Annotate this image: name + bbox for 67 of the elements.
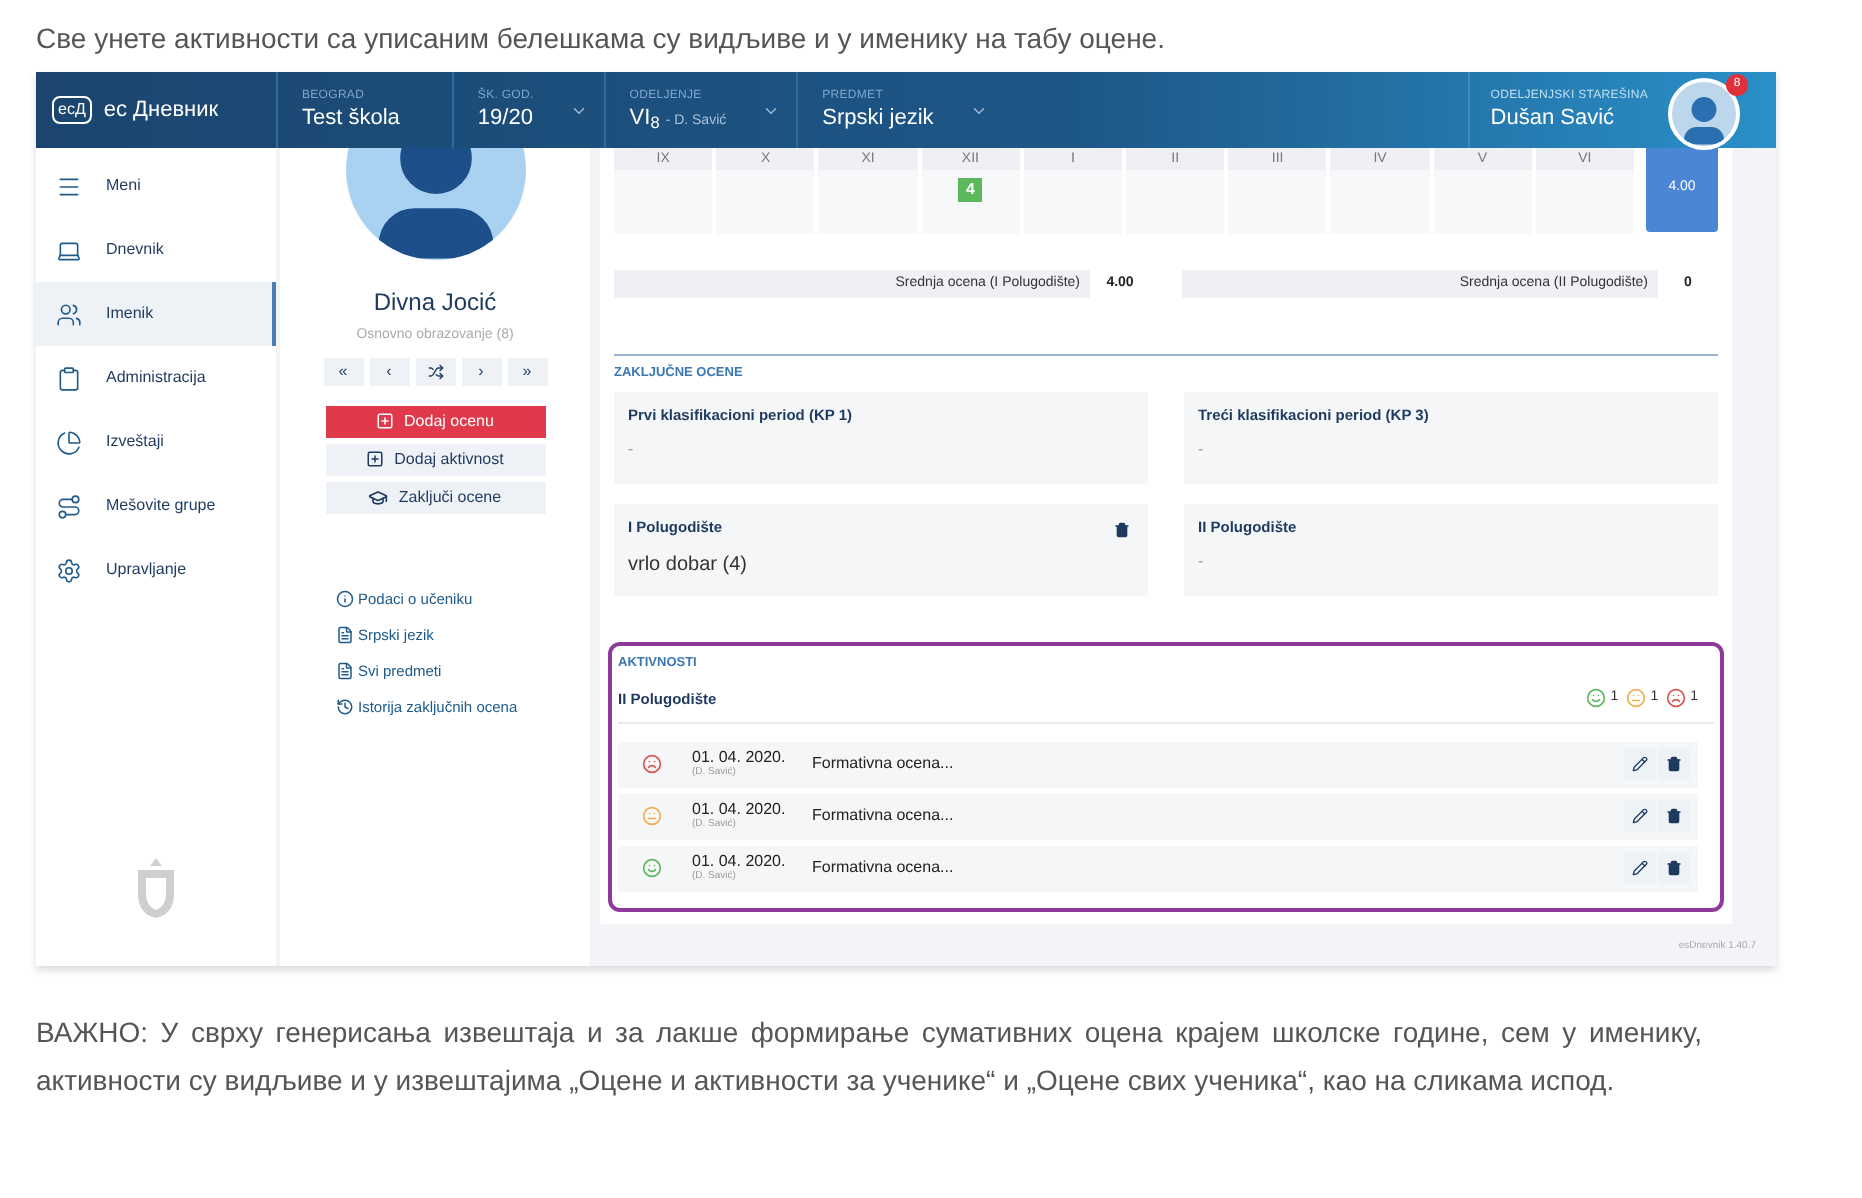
student-name: Divna Jocić <box>373 286 497 320</box>
sidebar-item[interactable]: Administracija <box>36 346 276 410</box>
clipboard-icon <box>56 365 82 391</box>
trash-icon <box>1666 860 1682 877</box>
nav-button[interactable]: « <box>323 357 363 385</box>
sad-face-icon <box>642 754 662 775</box>
plus-icon <box>366 450 385 468</box>
neutral-face-icon <box>642 806 662 827</box>
smiley-icon <box>642 858 662 879</box>
delete-button[interactable] <box>1658 852 1690 885</box>
delete-button[interactable] <box>1658 748 1690 781</box>
nav-button[interactable]: » <box>507 357 547 385</box>
card-value: - <box>1198 438 1204 462</box>
document-icon <box>336 662 354 681</box>
card-value: - <box>628 438 634 462</box>
trash-icon <box>1666 756 1682 773</box>
route-icon <box>56 493 82 519</box>
card-value: vrlo dobar (4) <box>628 552 747 580</box>
delete-button[interactable] <box>1112 519 1132 540</box>
action-button[interactable]: Dodaj aktivnost <box>325 443 545 475</box>
card-value: - <box>1198 550 1204 574</box>
nav-button[interactable]: ‹ <box>369 357 409 385</box>
settings-icon <box>56 557 82 583</box>
edit-button[interactable] <box>1624 852 1656 885</box>
graduation-cap-icon <box>368 487 389 507</box>
sad-face-icon <box>1666 688 1687 709</box>
activity-note: Formativna ocena... <box>812 856 956 881</box>
smiley-icon <box>1586 688 1607 709</box>
activity-date: 01. 04. 2020. <box>692 802 788 819</box>
activity-date: 01. 04. 2020. <box>692 750 788 767</box>
activity-note: Formativna ocena... <box>812 752 956 777</box>
pencil-icon <box>1632 756 1648 773</box>
random-student-button[interactable] <box>415 357 455 385</box>
sidebar-item[interactable]: Mešovite grupe <box>36 474 276 538</box>
edit-button[interactable] <box>1624 748 1656 781</box>
sidebar-item[interactable]: Dnevnik <box>36 218 276 282</box>
neutral-face-icon <box>1626 688 1647 709</box>
action-button[interactable]: Dodaj ocenu <box>325 405 545 437</box>
logo-mark: ecД <box>52 96 92 124</box>
sidebar-item[interactable]: Upravljanje <box>36 538 276 602</box>
pencil-icon <box>1632 860 1648 877</box>
edit-button[interactable] <box>1624 800 1656 833</box>
activity-note: Formativna ocena... <box>812 804 956 829</box>
intro-text: Све унете активности са уписаним белешкама су видљиве и у именику на табу оцене. <box>34 20 1167 58</box>
plus-icon <box>376 412 395 430</box>
user-name: Dušan Savić <box>1490 108 1617 130</box>
document-icon <box>336 625 354 644</box>
trash-icon <box>1666 808 1682 825</box>
menu-icon <box>56 173 82 199</box>
user-avatar[interactable] <box>1668 78 1740 150</box>
shuffle-icon <box>427 363 443 379</box>
body-paragraph: ВАЖНО: У сврху генерисања извештаја и за лакше формирање сумативних оцена крајем школске године, сем у именику, активности су видљиве и у извештајима „Оцене и активности за ученике“ и „Оцене свих ученика“, као на сликама испод. <box>34 1014 1704 1100</box>
trash-icon <box>1114 521 1130 538</box>
laptop-icon <box>56 237 82 263</box>
action-button[interactable]: Zaključi ocene <box>325 481 545 513</box>
activity-date: 01. 04. 2020. <box>692 854 788 871</box>
pie-chart-icon <box>56 429 82 455</box>
sidebar-item[interactable]: Izveštaji <box>36 410 276 474</box>
sidebar-item[interactable]: Meni <box>36 154 276 218</box>
info-icon <box>336 589 354 608</box>
delete-button[interactable] <box>1658 800 1690 833</box>
sidebar-item[interactable]: Imenik <box>36 282 276 346</box>
nav-button[interactable]: › <box>461 357 501 385</box>
pencil-icon <box>1632 808 1648 825</box>
history-icon <box>336 698 354 717</box>
app-name: ес Дневник <box>103 95 219 126</box>
users-icon <box>56 301 82 327</box>
